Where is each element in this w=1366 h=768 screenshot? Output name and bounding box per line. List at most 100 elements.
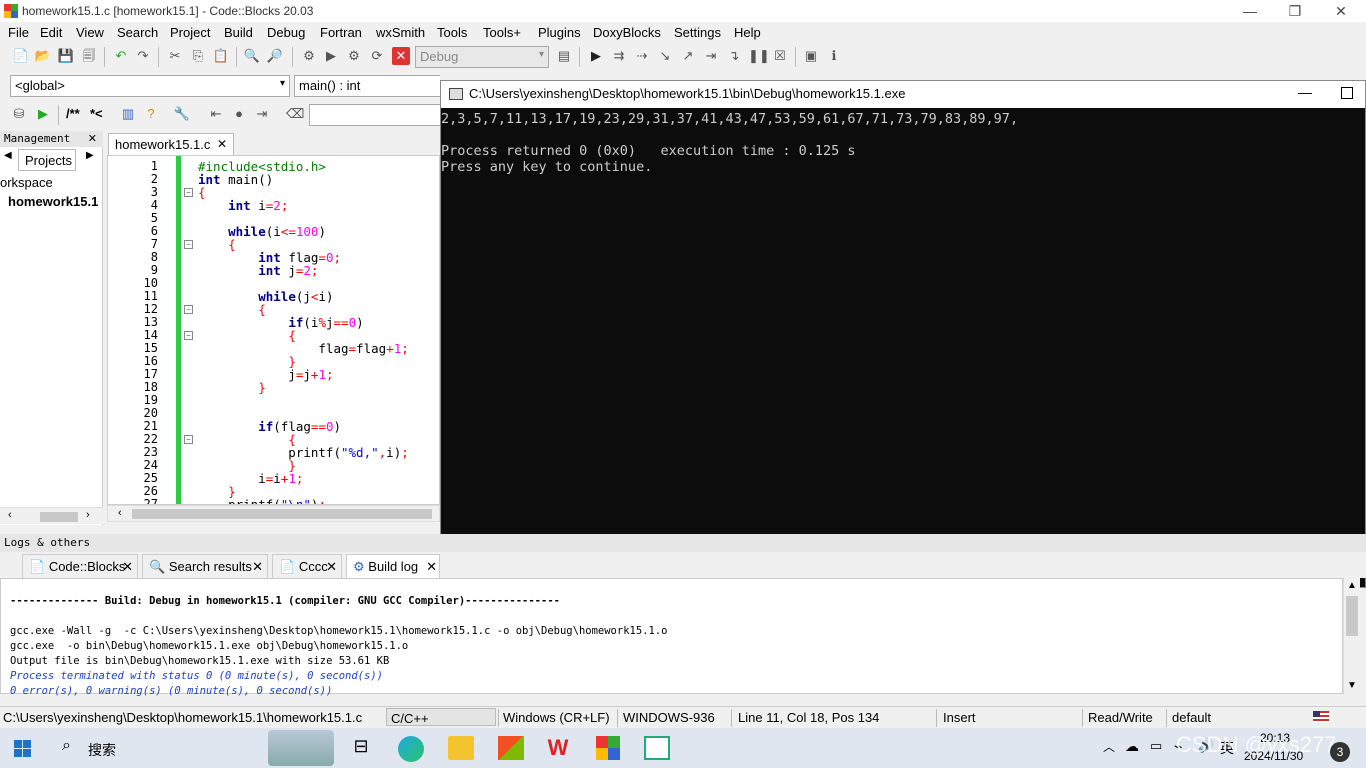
save-icon[interactable]: 💾 xyxy=(57,47,75,65)
tab-build-log[interactable]: ⚙ Build log ✕ xyxy=(346,554,440,578)
store-icon[interactable] xyxy=(498,736,524,760)
replace-icon[interactable]: 🔎 xyxy=(266,47,284,65)
run-to-cursor-icon[interactable]: ⇉ xyxy=(610,47,628,65)
console-minimize-button[interactable]: — xyxy=(1298,84,1312,100)
menu-project[interactable]: Project xyxy=(170,25,210,40)
edge-browser-icon[interactable] xyxy=(398,736,424,762)
close-button[interactable]: ✕ xyxy=(1328,2,1354,20)
doc-comment-button[interactable]: /** xyxy=(66,106,80,121)
close-icon[interactable]: ✕ xyxy=(426,559,437,575)
pause-icon[interactable]: ❚❚ xyxy=(748,47,770,65)
tab-projects[interactable]: Projects xyxy=(18,149,76,171)
rebuild-icon[interactable]: ⟳ xyxy=(368,47,386,65)
search-input[interactable] xyxy=(309,104,440,126)
scroll-right-icon[interactable]: › xyxy=(86,509,90,521)
line-comment-button[interactable]: *< xyxy=(90,106,103,121)
menu-wxsmith[interactable]: wxSmith xyxy=(376,25,425,40)
onedrive-cloud-icon[interactable]: ☁ xyxy=(1125,738,1139,755)
copy-icon[interactable]: ⎘ xyxy=(189,47,207,65)
build-target-select[interactable]: Debug ▾ xyxy=(415,46,549,68)
scroll-left-icon[interactable]: ‹ xyxy=(8,509,12,521)
menu-help[interactable]: Help xyxy=(734,25,761,40)
bookmark-icon[interactable]: ● xyxy=(230,105,248,123)
build-run-icon[interactable]: ⚙ xyxy=(345,47,363,65)
tab-cccc[interactable]: 📄 Cccc ✕ xyxy=(272,554,342,578)
wps-icon[interactable]: W xyxy=(545,736,571,760)
menu-tools[interactable]: Tools xyxy=(437,25,467,40)
run-icon[interactable]: ▶ xyxy=(322,47,340,65)
menu-tools-plus[interactable]: Tools+ xyxy=(483,25,521,40)
console-window[interactable]: C:\Users\yexinsheng\Desktop\homework15.1… xyxy=(440,80,1366,588)
workspace-node[interactable]: orkspace xyxy=(0,175,53,190)
save-all-icon[interactable]: 🗐 xyxy=(80,47,98,65)
tab-codeblocks-log[interactable]: 📄 Code::Blocks ✕ xyxy=(22,554,138,578)
fold-toggle-icon[interactable]: − xyxy=(184,188,193,197)
codeblocks-taskbar-icon[interactable] xyxy=(596,736,622,760)
code-editor[interactable]: 1 2 3 4 5 6 7 8 9 10 11 12 13 14 15 16 17 18 19 20 21 22 23 24 2… xyxy=(107,155,440,505)
build-log-panel[interactable]: -------------- Build: Debug in homework1… xyxy=(0,578,1343,697)
step-instruction-icon[interactable]: ↴ xyxy=(725,47,743,65)
jump-back-icon[interactable]: ⇤ xyxy=(207,105,225,123)
management-hscroll[interactable]: ‹ › xyxy=(0,507,103,524)
menu-settings[interactable]: Settings xyxy=(674,25,721,40)
next-line-icon[interactable]: ⇢ xyxy=(633,47,651,65)
abort-icon[interactable]: ✕ xyxy=(392,47,410,65)
menu-plugins[interactable]: Plugins xyxy=(538,25,581,40)
menu-file[interactable]: File xyxy=(8,25,29,40)
close-icon[interactable]: ✕ xyxy=(326,559,337,575)
minimize-button[interactable]: — xyxy=(1237,2,1263,20)
editor-tab[interactable]: homework15.1.c ✕ xyxy=(108,133,234,155)
new-file-icon[interactable]: 📄 xyxy=(12,47,30,65)
console-maximize-button[interactable] xyxy=(1341,87,1353,99)
help-icon[interactable]: ? xyxy=(142,105,160,123)
menu-build[interactable]: Build xyxy=(224,25,253,40)
scope-select[interactable]: <global> ▾ xyxy=(10,75,290,97)
function-select[interactable]: main() : int xyxy=(294,75,440,97)
jump-icon[interactable]: ⛁ xyxy=(10,105,28,123)
menu-edit[interactable]: Edit xyxy=(40,25,62,40)
wrench-icon[interactable]: 🔧 xyxy=(173,105,191,123)
scroll-up-icon[interactable]: ▲ xyxy=(1347,580,1357,591)
scroll-left-icon[interactable]: ‹ xyxy=(118,507,122,519)
redo-icon[interactable]: ↷ xyxy=(134,47,152,65)
fold-toggle-icon[interactable]: − xyxy=(184,331,193,340)
editor-hscroll[interactable]: ‹ xyxy=(107,505,440,522)
scroll-thumb[interactable] xyxy=(132,509,432,519)
console-taskbar-icon[interactable] xyxy=(644,736,670,760)
restore-button[interactable]: ❐ xyxy=(1282,2,1308,20)
fold-toggle-icon[interactable]: − xyxy=(184,435,193,444)
taskbar-search-label[interactable]: 搜索 xyxy=(88,740,116,760)
close-icon[interactable]: ✕ xyxy=(252,559,263,575)
find-icon[interactable]: 🔍 xyxy=(243,47,261,65)
battery-icon[interactable]: ▭ xyxy=(1150,738,1162,754)
search-icon[interactable]: ⌕ xyxy=(62,737,71,755)
next-instruction-icon[interactable]: ⇥ xyxy=(702,47,720,65)
run-script-icon[interactable]: ▶ xyxy=(34,105,52,123)
html-doc-icon[interactable]: ▥ xyxy=(119,105,137,123)
menu-view[interactable]: View xyxy=(76,25,104,40)
scroll-thumb[interactable] xyxy=(40,512,78,522)
notification-badge[interactable]: 3 xyxy=(1330,742,1350,762)
debug-start-icon[interactable]: ▶ xyxy=(587,47,605,65)
debug-windows-icon[interactable]: ▣ xyxy=(802,47,820,65)
scroll-thumb[interactable] xyxy=(1346,596,1358,636)
project-node[interactable]: homework15.1 xyxy=(8,194,98,209)
open-icon[interactable]: 📂 xyxy=(34,47,52,65)
target-dialog-icon[interactable]: ▤ xyxy=(555,47,573,65)
tab-scroll-right-icon[interactable]: ▶ xyxy=(86,150,94,161)
tab-search-results[interactable]: 🔍 Search results ✕ xyxy=(142,554,268,578)
menu-debug[interactable]: Debug xyxy=(267,25,305,40)
windows-start-icon[interactable] xyxy=(14,736,40,760)
jump-forward-icon[interactable]: ⇥ xyxy=(253,105,271,123)
build-log-vscroll[interactable]: ▲ ▼ xyxy=(1343,578,1360,694)
step-out-icon[interactable]: ↗ xyxy=(679,47,697,65)
close-icon[interactable]: ✕ xyxy=(122,559,133,575)
tray-chevron-up-icon[interactable]: ︿ xyxy=(1103,738,1115,755)
build-gear-icon[interactable]: ⚙ xyxy=(300,47,318,65)
undo-icon[interactable]: ↶ xyxy=(112,47,130,65)
cut-icon[interactable]: ✂ xyxy=(166,47,184,65)
clear-search-icon[interactable]: ⌫ xyxy=(286,105,304,123)
debug-info-icon[interactable]: ℹ xyxy=(825,47,843,65)
file-explorer-icon[interactable] xyxy=(448,736,474,760)
close-icon[interactable]: ✕ xyxy=(88,131,97,147)
